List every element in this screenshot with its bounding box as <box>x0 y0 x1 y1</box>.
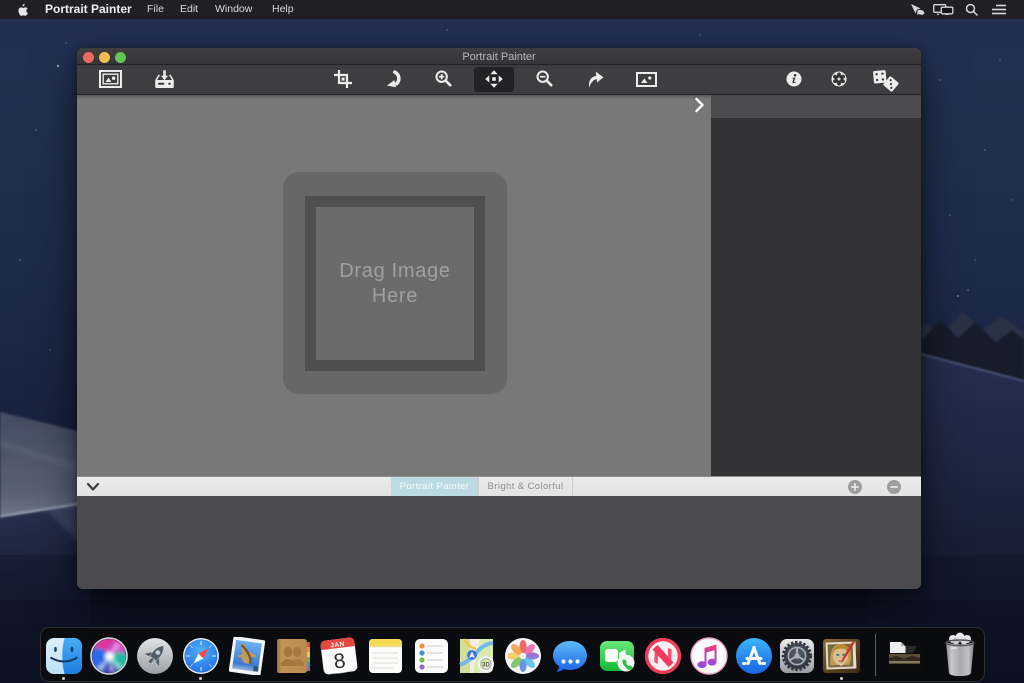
svg-text:3D: 3D <box>482 663 490 669</box>
